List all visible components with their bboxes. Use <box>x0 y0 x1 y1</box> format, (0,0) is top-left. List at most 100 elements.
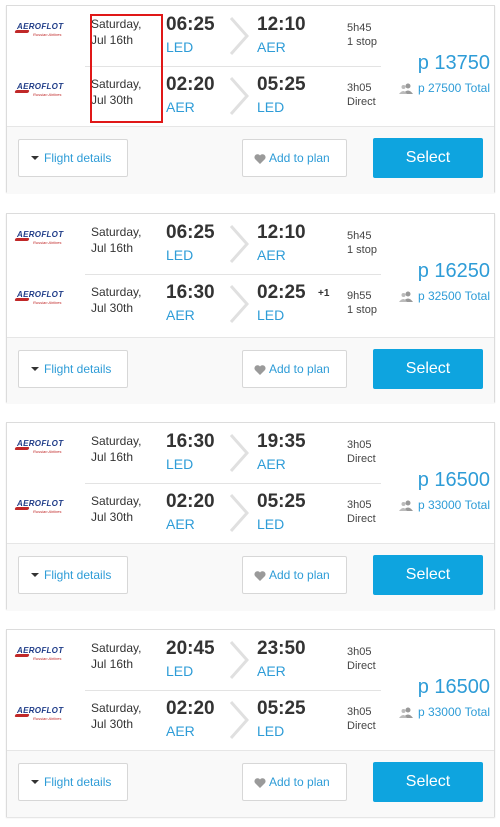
aeroflot-logo: AEROFLOT Russian Airlines <box>14 290 77 312</box>
price-per-person: р 16500 <box>417 676 490 698</box>
arrival-time: 19:35 <box>257 431 306 452</box>
flight-duration: 3h05 Direct <box>347 82 376 108</box>
departure-airport: AER <box>166 99 195 115</box>
caret-down-icon <box>31 573 39 577</box>
card-actions: Flight details Add to plan Select <box>7 543 494 610</box>
add-to-plan-button[interactable]: Add to plan <box>242 139 347 177</box>
chevron-right-icon <box>229 285 249 323</box>
price-total: р 33000 Total <box>398 498 490 512</box>
price-per-person: р 16500 <box>417 469 490 491</box>
flight-duration: 5h45 1 stop <box>347 22 377 48</box>
return-leg: AEROFLOT Russian Airlines Saturday, Jul 30… <box>7 66 387 126</box>
heart-icon <box>254 154 266 164</box>
passengers-icon <box>398 83 413 95</box>
flight-result-card: AEROFLOT Russian Airlines Saturday, Jul 16… <box>6 422 495 610</box>
departure-airport: AER <box>166 516 195 532</box>
select-button[interactable]: Select <box>373 349 483 389</box>
flight-details-button[interactable]: Flight details <box>18 763 128 801</box>
outbound-leg: AEROFLOT Russian Airlines Saturday, Jul 16… <box>7 423 387 483</box>
chevron-right-icon <box>229 701 249 739</box>
add-to-plan-button[interactable]: Add to plan <box>242 350 347 388</box>
passengers-icon <box>398 500 413 512</box>
outbound-leg: AEROFLOT Russian Airlines Saturday, Jul 16… <box>7 630 387 690</box>
add-to-plan-button[interactable]: Add to plan <box>242 556 347 594</box>
flight-details-button[interactable]: Flight details <box>18 139 128 177</box>
select-button[interactable]: Select <box>373 138 483 178</box>
chevron-right-icon <box>229 17 249 55</box>
flight-result-card: AEROFLOT Russian Airlines Saturday, Jul 16… <box>6 213 495 404</box>
outbound-leg: AEROFLOT Russian Airlines Saturday, Jul 16… <box>7 214 387 274</box>
flight-duration: 3h05 Direct <box>347 439 376 465</box>
flight-details-button[interactable]: Flight details <box>18 350 128 388</box>
departure-time: 06:25 <box>166 14 215 35</box>
price-per-person: р 13750 <box>417 52 490 74</box>
arrival-time: 05:25 <box>257 491 306 512</box>
passengers-icon <box>398 291 413 303</box>
flight-duration: 3h05 Direct <box>347 646 376 672</box>
highlight-box <box>90 14 163 123</box>
chevron-right-icon <box>229 225 249 263</box>
chevron-right-icon <box>229 641 249 679</box>
outbound-leg: AEROFLOT Russian Airlines Saturday, Jul 16… <box>7 6 387 66</box>
return-leg: AEROFLOT Russian Airlines Saturday, Jul 30… <box>7 274 387 334</box>
return-leg: AEROFLOT Russian Airlines Saturday, Jul 30… <box>7 690 387 750</box>
departure-time: 02:20 <box>166 491 215 512</box>
passengers-icon <box>398 707 413 719</box>
departure-airport: AER <box>166 307 195 323</box>
arrival-time: 23:50 <box>257 638 306 659</box>
price-box: р 13750 р 27500 Total <box>398 52 490 95</box>
aeroflot-logo: AEROFLOT Russian Airlines <box>14 646 77 668</box>
departure-time: 16:30 <box>166 431 215 452</box>
aeroflot-logo: AEROFLOT Russian Airlines <box>14 706 77 728</box>
arrival-time: 05:25 <box>257 698 306 719</box>
departure-time: 06:25 <box>166 222 215 243</box>
departure-time: 02:20 <box>166 74 215 95</box>
price-box: р 16500 р 33000 Total <box>398 676 490 719</box>
departure-airport: LED <box>166 39 194 55</box>
heart-icon <box>254 778 266 788</box>
price-total: р 32500 Total <box>398 289 490 303</box>
add-to-plan-button[interactable]: Add to plan <box>242 763 347 801</box>
arrival-airport: LED <box>257 99 285 115</box>
price-box: р 16250 р 32500 Total <box>398 260 490 303</box>
arrival-time: 12:10 <box>257 14 306 35</box>
departure-time: 02:20 <box>166 698 215 719</box>
arrival-airport: AER <box>257 456 286 472</box>
departure-airport: LED <box>166 456 194 472</box>
return-date: Saturday, Jul 30th <box>91 494 142 524</box>
price-box: р 16500 р 33000 Total <box>398 469 490 512</box>
card-actions: Flight details Add to plan Select <box>7 337 494 404</box>
chevron-right-icon <box>229 494 249 532</box>
card-actions: Flight details Add to plan Select <box>7 126 494 193</box>
departure-airport: LED <box>166 247 194 263</box>
select-button[interactable]: Select <box>373 762 483 802</box>
arrival-time: 12:10 <box>257 222 306 243</box>
day-offset: +1 <box>318 288 330 299</box>
caret-down-icon <box>31 367 39 371</box>
aeroflot-logo: AEROFLOT Russian Airlines <box>14 230 77 252</box>
caret-down-icon <box>31 780 39 784</box>
chevron-right-icon <box>229 434 249 472</box>
arrival-time: 05:25 <box>257 74 306 95</box>
departure-time: 16:30 <box>166 282 215 303</box>
outbound-date: Saturday, Jul 16th <box>91 225 142 255</box>
flight-result-card: AEROFLOT Russian Airlines Saturday, Jul 16… <box>6 5 495 193</box>
price-per-person: р 16250 <box>417 260 490 282</box>
chevron-right-icon <box>229 77 249 115</box>
arrival-time: 02:25 <box>257 282 306 303</box>
heart-icon <box>254 571 266 581</box>
flight-result-card: AEROFLOT Russian Airlines Saturday, Jul 16… <box>6 629 495 817</box>
flight-duration: 5h45 1 stop <box>347 230 377 256</box>
flight-duration: 3h05 Direct <box>347 706 376 732</box>
aeroflot-logo: AEROFLOT Russian Airlines <box>14 499 77 521</box>
aeroflot-logo: AEROFLOT Russian Airlines <box>14 82 77 104</box>
flight-duration: 3h05 Direct <box>347 499 376 525</box>
return-date: Saturday, Jul 30th <box>91 285 142 315</box>
arrival-airport: AER <box>257 39 286 55</box>
aeroflot-logo: AEROFLOT Russian Airlines <box>14 22 77 44</box>
outbound-date: Saturday, Jul 16th <box>91 434 142 464</box>
departure-airport: AER <box>166 723 195 739</box>
select-button[interactable]: Select <box>373 555 483 595</box>
flight-details-button[interactable]: Flight details <box>18 556 128 594</box>
arrival-airport: AER <box>257 247 286 263</box>
